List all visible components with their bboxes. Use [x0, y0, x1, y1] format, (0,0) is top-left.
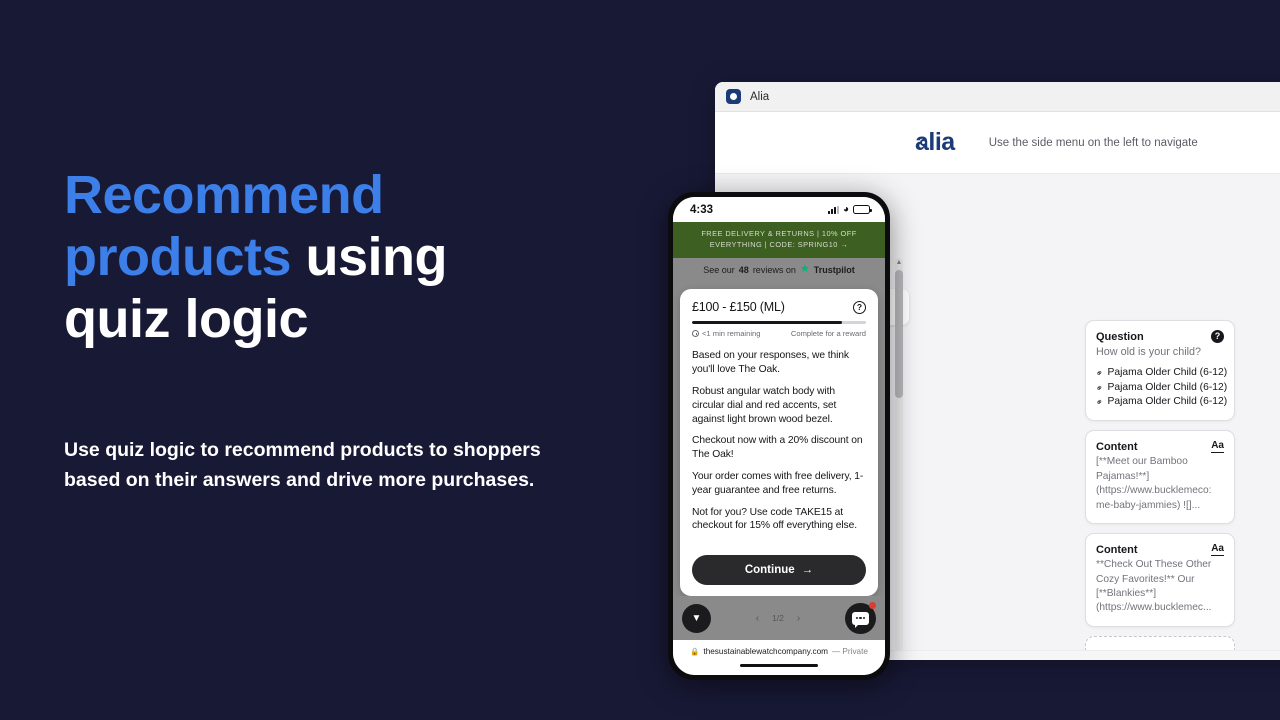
- flow-card-content[interactable]: Content Aa **Check Out These Other Cozy Fa…: [1085, 533, 1235, 627]
- headline-plain-2: using: [305, 227, 448, 287]
- continue-button[interactable]: Continue →: [692, 555, 866, 585]
- browser-url-bar[interactable]: 🔒 thesustainablewatchcompany.com — Priva…: [673, 640, 885, 662]
- flow-card-label: Content: [1096, 543, 1138, 556]
- link-icon: ⚭: [1093, 381, 1106, 395]
- flow-card-label: Question: [1096, 330, 1144, 343]
- text-format-icon[interactable]: Aa: [1211, 543, 1224, 557]
- home-indicator: [673, 662, 885, 675]
- text-format-icon[interactable]: Aa: [1211, 440, 1224, 454]
- question-link-row[interactable]: ⚭ Pajama Older Child (6-12): [1093, 381, 1227, 396]
- flow-card-header: Question?: [1096, 330, 1224, 343]
- phone-screen: 4:33 ◕ FREE DELIVERY & RETURNS | 10% OFF…: [673, 197, 885, 675]
- chat-bubble-icon[interactable]: [844, 601, 876, 634]
- headline-plain-3: quiz logic: [64, 289, 309, 349]
- app-navigation-hint: Use the side menu on the left to navigat…: [988, 136, 1198, 149]
- quiz-meta: <1 min remaining Complete for a reward: [692, 329, 866, 338]
- status-time: 4:33: [690, 203, 714, 216]
- flow-card-question[interactable]: Question? How old is your child? ⚭ Pajama O…: [1085, 320, 1235, 422]
- help-badge-icon[interactable]: ?: [1211, 330, 1224, 343]
- page-title: Recommend products using quiz logic: [64, 168, 594, 346]
- link-icon: ⚭: [1093, 367, 1106, 380]
- clock-icon: [692, 330, 699, 338]
- url-domain: thesustainablewatchcompany.com: [703, 646, 828, 656]
- wifi-icon: ◕: [842, 203, 849, 215]
- tracks-scrollbar[interactable]: ▲ ▼: [895, 258, 903, 660]
- quiz-copy: Based on your responses, we think you'll…: [692, 349, 866, 541]
- chevron-down-icon[interactable]: ▼: [682, 603, 711, 633]
- question-link-row[interactable]: ⚭ Pajama Older Child (6-12): [1093, 366, 1227, 381]
- link-icon: ⚭: [1093, 396, 1106, 409]
- phone-mockup: 4:33 ◕ FREE DELIVERY & RETURNS | 10% OFF…: [668, 192, 890, 680]
- alia-favicon-icon: [726, 89, 741, 104]
- quiz-price-title: £100 - £150 (ML): [692, 300, 785, 315]
- quiz-card: £100 - £150 (ML) ? <1 min remaining Comp…: [680, 289, 878, 596]
- question-link-label: Pajama Older Child (6-12): [1107, 381, 1228, 393]
- next-page-icon[interactable]: ›: [797, 613, 800, 624]
- trustpilot-bar[interactable]: See our 48 reviews on ★ Trustpilot: [673, 258, 885, 282]
- slide-canvas: Recommend products using quiz logic Use …: [0, 0, 1280, 720]
- trustpilot-count: 48: [738, 264, 749, 275]
- quiz-time-remaining: <1 min remaining: [702, 329, 761, 339]
- quiz-progress-fill: [692, 321, 842, 325]
- phone-page-background: £100 - £150 (ML) ? <1 min remaining Comp…: [673, 281, 885, 596]
- quiz-paragraph: Your order comes with free delivery, 1-y…: [692, 471, 864, 496]
- prev-page-icon[interactable]: ‹: [756, 613, 759, 624]
- status-icons: ◕: [827, 203, 872, 215]
- app-window-title: Alia: [750, 90, 770, 103]
- flow-card-header: Content Aa: [1096, 543, 1224, 557]
- app-header: alia Use the side menu on the left to na…: [715, 112, 1280, 174]
- lock-icon: 🔒: [690, 646, 700, 656]
- arrow-right-icon: →: [801, 564, 814, 576]
- quiz-paragraph: Checkout now with a 20% discount on The …: [692, 435, 863, 461]
- alia-logo-dot-icon: [919, 139, 927, 146]
- quiz-reward-note: Complete for a reward: [790, 329, 866, 339]
- notification-dot-icon: [868, 601, 876, 609]
- flow-card-content[interactable]: Content Aa [**Meet our Bamboo Pajamas!**](…: [1085, 430, 1235, 525]
- battery-low-power-icon: [853, 205, 872, 214]
- question-links: ⚭ Pajama Older Child (6-12) ⚭ Pajama Older …: [1093, 366, 1227, 410]
- content-card-body: **Check Out These Other Cozy Favorites!*…: [1096, 559, 1212, 614]
- marketing-copy: Recommend products using quiz logic: [64, 168, 594, 354]
- question-mark-icon[interactable]: ?: [853, 300, 866, 314]
- cellular-signal-icon: [827, 205, 839, 214]
- quiz-header: £100 - £150 (ML) ?: [692, 300, 866, 314]
- headline-accent-1: Recommend: [64, 165, 384, 225]
- question-prompt: How old is your child?: [1096, 346, 1202, 358]
- flow-card-header: Content Aa: [1096, 440, 1224, 454]
- tracks-scrollbar-thumb[interactable]: [895, 270, 903, 398]
- phone-status-bar: 4:33 ◕: [673, 197, 885, 222]
- quiz-pager: ‹ 1/2 ›: [756, 613, 801, 624]
- trustpilot-star-icon: ★: [799, 263, 810, 276]
- flow-cards-column: Question? How old is your child? ⚭ Pajama O…: [1085, 320, 1235, 660]
- alia-logo[interactable]: alia: [915, 128, 955, 157]
- flow-card-label: Content: [1096, 440, 1138, 453]
- quiz-progress-bar: [692, 321, 866, 325]
- quiz-paragraph: Robust angular watch body with circular …: [692, 386, 837, 425]
- question-link-label: Pajama Older Child (6-12): [1107, 396, 1228, 408]
- question-link-label: Pajama Older Child (6-12): [1107, 367, 1228, 379]
- quiz-paragraph: Based on your responses, we think you'll…: [692, 350, 849, 376]
- continue-label: Continue: [744, 564, 795, 576]
- trustpilot-prefix: See our: [703, 264, 735, 275]
- url-private-label: — Private: [831, 646, 868, 656]
- content-card-body: [**Meet our Bamboo Pajamas!**](https://w…: [1096, 456, 1212, 511]
- scroll-up-icon[interactable]: ▲: [895, 258, 903, 268]
- app-titlebar: Alia: [715, 82, 1280, 112]
- pager-label: 1/2: [772, 613, 784, 623]
- phone-footer: ▼ ‹ 1/2 ›: [673, 596, 885, 640]
- promo-banner[interactable]: FREE DELIVERY & RETURNS | 10% OFF EVERYT…: [673, 222, 885, 259]
- headline-accent-2: products: [64, 227, 292, 287]
- quiz-paragraph: Not for you? Use code TAKE15 at checkout…: [692, 506, 857, 532]
- trustpilot-middle: reviews on: [752, 264, 796, 275]
- question-link-row[interactable]: ⚭ Pajama Older Child (6-12): [1093, 395, 1227, 410]
- trustpilot-brand: Trustpilot: [813, 264, 855, 275]
- marketing-subcopy: Use quiz logic to recommend products to …: [64, 439, 541, 491]
